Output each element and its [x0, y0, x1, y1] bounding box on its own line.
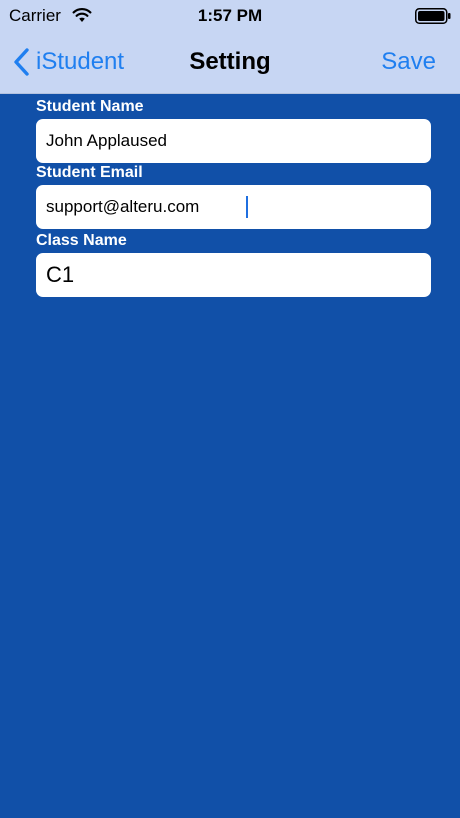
student-email-label: Student Email [36, 164, 143, 181]
navigation-bar: iStudent Setting Save [0, 40, 460, 84]
save-button[interactable]: Save [381, 46, 436, 78]
status-bar: Carrier 1:57 PM [0, 0, 460, 32]
back-button[interactable]: iStudent [12, 46, 124, 78]
status-time: 1:57 PM [197, 6, 263, 25]
top-bar: Carrier 1:57 PM iStudent Setting Save [0, 0, 460, 94]
student-email-group: Student Email [36, 163, 431, 229]
battery-icon [415, 8, 451, 24]
class-name-input[interactable] [36, 253, 431, 297]
class-name-group: Class Name [36, 231, 431, 297]
back-button-label: iStudent [36, 48, 125, 75]
text-cursor [246, 196, 248, 218]
student-name-input[interactable] [36, 119, 431, 163]
student-email-wrapper [36, 185, 431, 229]
student-name-label: Student Name [36, 98, 144, 115]
student-email-input[interactable] [36, 185, 431, 229]
settings-form: Student Name Student Email Class Name [36, 97, 431, 297]
class-name-label: Class Name [36, 232, 127, 249]
student-name-group: Student Name [36, 97, 431, 163]
chevron-left-icon [14, 48, 29, 76]
